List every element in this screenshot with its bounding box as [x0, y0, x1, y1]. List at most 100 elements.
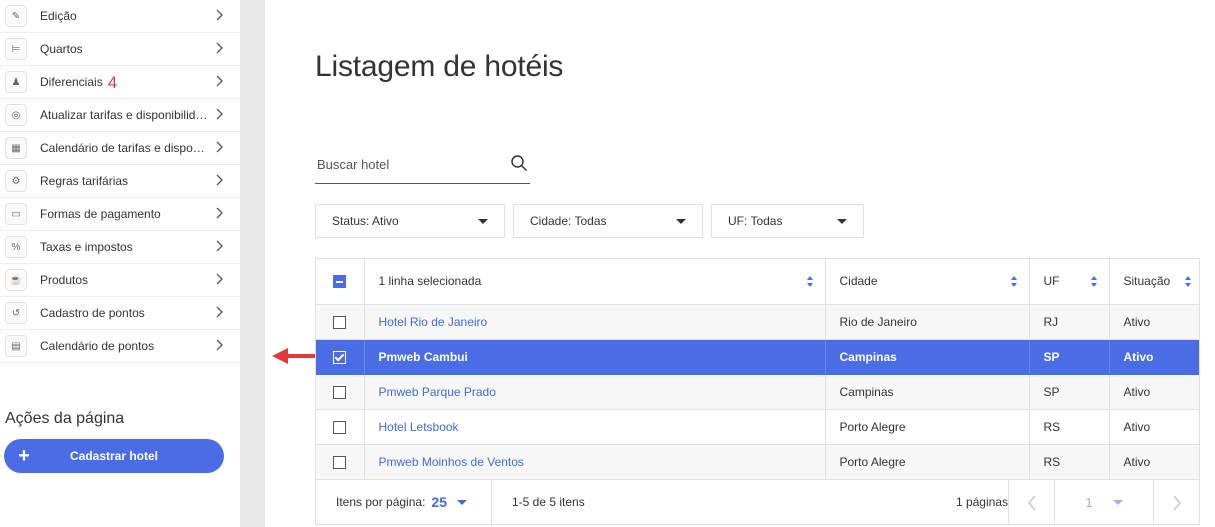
- next-page-button[interactable]: [1153, 480, 1199, 525]
- column-header-selection[interactable]: 1 linha selecionada: [364, 259, 826, 305]
- page-select[interactable]: 1: [1054, 480, 1153, 525]
- current-page: 1: [1085, 495, 1093, 510]
- city-cell: Campinas: [825, 374, 1030, 410]
- sidebar-item[interactable]: ▤ Calendário de pontos: [0, 330, 240, 363]
- hotel-name-link[interactable]: Hotel Letsbook: [379, 420, 459, 434]
- hotel-name-link[interactable]: Pmweb Moinhos de Ventos: [379, 455, 524, 469]
- sidebar-item-label: Produtos: [40, 273, 89, 287]
- chevron-right-icon: [216, 306, 223, 318]
- sidebar-item-label: Regras tarifárias: [40, 174, 129, 188]
- refresh-icon: ↺: [5, 302, 27, 324]
- hotel-name-link[interactable]: Pmweb Cambui: [379, 350, 468, 364]
- sidebar-item[interactable]: ◎ Atualizar tarifas e disponibilida...: [0, 99, 240, 132]
- grid-icon: ▦: [5, 137, 27, 159]
- sidebar-item-label: Quartos: [40, 42, 83, 56]
- chevron-right-icon: [216, 240, 223, 252]
- chevron-right-icon: [1172, 495, 1181, 510]
- search-input[interactable]: [317, 154, 497, 174]
- status-filter-label: Status: Ativo: [332, 214, 399, 228]
- plus-icon: +: [18, 445, 30, 467]
- chevron-right-icon: [216, 207, 223, 219]
- city-filter[interactable]: Cidade: Todas: [513, 204, 703, 238]
- row-checkbox[interactable]: [333, 350, 347, 364]
- sidebar-item[interactable]: ✎ Edição: [0, 0, 240, 33]
- row-checkbox[interactable]: [333, 315, 347, 329]
- table-row[interactable]: Pmweb Moinhos de Ventos Porto Alegre RS Ati…: [316, 444, 1199, 480]
- percent-icon: %: [5, 236, 27, 258]
- sidebar-item[interactable]: ▭ Formas de pagamento: [0, 198, 240, 231]
- column-header-status[interactable]: Situação: [1109, 259, 1199, 305]
- chevron-right-icon: [216, 42, 223, 54]
- products-icon: ☕: [5, 269, 27, 291]
- sort-icon[interactable]: [1185, 276, 1191, 287]
- sort-icon[interactable]: [1090, 276, 1097, 287]
- chevron-right-icon: [216, 174, 223, 186]
- sidebar-menu: ✎ Edição ⊨ Quartos ♟ Diferenciais 4 ◎ Atualizar …: [0, 0, 240, 363]
- hotel-name-link[interactable]: Hotel Rio de Janeiro: [379, 315, 488, 329]
- city-cell: Rio de Janeiro: [825, 304, 1030, 340]
- hotels-table: 1 linha selecionada Cidade UF Situação H…: [315, 258, 1200, 525]
- table-row[interactable]: Hotel Rio de Janeiro Rio de Janeiro RJ Ativ…: [316, 304, 1199, 340]
- per-page-select[interactable]: 25: [431, 494, 447, 510]
- status-cell: Ativo: [1109, 444, 1199, 480]
- status-filter[interactable]: Status: Ativo: [315, 204, 505, 238]
- hotel-name-link[interactable]: Pmweb Parque Prado: [379, 385, 496, 399]
- row-checkbox[interactable]: [333, 420, 347, 434]
- prev-page-button[interactable]: [1008, 480, 1054, 525]
- chevron-right-icon: [216, 339, 223, 351]
- footer-divider: [490, 479, 492, 525]
- table-header-row: 1 linha selecionada Cidade UF Situação: [316, 259, 1199, 305]
- sidebar-item[interactable]: % Taxas e impostos: [0, 231, 240, 264]
- row-select-cell: [316, 409, 365, 445]
- column-header-state[interactable]: UF: [1029, 259, 1110, 305]
- wallet-icon: ▭: [5, 203, 27, 225]
- chevron-right-icon: [216, 108, 223, 120]
- hotel-name-cell: Pmweb Cambui: [364, 339, 826, 375]
- hotel-name-cell: Hotel Letsbook: [364, 409, 826, 445]
- sidebar-item[interactable]: ⊨ Quartos: [0, 33, 240, 66]
- table-row[interactable]: Pmweb Cambui Campinas SP Ativo: [316, 339, 1199, 375]
- state-cell: RS: [1029, 444, 1110, 480]
- table-row[interactable]: Hotel Letsbook Porto Alegre RS Ativo: [316, 409, 1199, 445]
- state-cell: SP: [1029, 339, 1110, 375]
- state-cell: RJ: [1029, 304, 1110, 340]
- select-all-checkbox[interactable]: [333, 275, 347, 289]
- sidebar-item-label: Formas de pagamento: [40, 207, 161, 221]
- sidebar-item-label: Atualizar tarifas e disponibilida...: [40, 108, 210, 122]
- chevron-down-icon: [478, 219, 488, 224]
- sidebar-item-badge: 4: [107, 72, 118, 92]
- sort-icon[interactable]: [1010, 276, 1017, 287]
- column-header-city[interactable]: Cidade: [825, 259, 1030, 305]
- sidebar-item-label: Taxas e impostos: [40, 240, 133, 254]
- sidebar-item[interactable]: ♟ Diferenciais 4: [0, 66, 240, 99]
- search-icon[interactable]: [510, 154, 528, 172]
- city-cell: Porto Alegre: [825, 444, 1030, 480]
- sidebar-item-label: Diferenciais: [40, 75, 103, 89]
- sidebar-item-label: Calendário de pontos: [40, 339, 155, 353]
- chevron-down-icon: [1112, 500, 1123, 505]
- calendar-icon: ▤: [5, 335, 27, 357]
- chevron-right-icon: [216, 75, 223, 87]
- sidebar-item[interactable]: ☕ Produtos: [0, 264, 240, 297]
- city-header-label: Cidade: [839, 274, 878, 289]
- hotel-name-cell: Pmweb Moinhos de Ventos: [364, 444, 826, 480]
- add-hotel-label: Cadastrar hotel: [69, 449, 159, 463]
- status-header-label: Situação: [1123, 274, 1171, 289]
- sidebar-item-label: Edição: [40, 9, 77, 23]
- table-row[interactable]: Pmweb Parque Prado Campinas SP Ativo: [316, 374, 1199, 410]
- sort-icon[interactable]: [806, 276, 813, 287]
- state-filter[interactable]: UF: Todas: [711, 204, 864, 238]
- sidebar-item[interactable]: ▦ Calendário de tarifas e disponi...: [0, 132, 240, 165]
- chevron-down-icon: [837, 219, 847, 224]
- table-footer: Itens por página: 25 1-5 de 5 itens 1 pá…: [316, 479, 1199, 525]
- page-title: Listagem de hotéis: [315, 50, 564, 83]
- chevron-right-icon: [216, 141, 223, 153]
- chevron-down-icon[interactable]: [456, 499, 467, 505]
- sidebar-item[interactable]: ↺ Cadastro de pontos: [0, 297, 240, 330]
- sidebar-item[interactable]: ⚙ Regras tarifárias: [0, 165, 240, 198]
- row-checkbox[interactable]: [333, 455, 347, 469]
- row-checkbox[interactable]: [333, 385, 347, 399]
- add-hotel-button[interactable]: + Cadastrar hotel: [4, 439, 224, 473]
- chevron-left-icon: [1027, 495, 1036, 510]
- chevron-right-icon: [216, 9, 223, 21]
